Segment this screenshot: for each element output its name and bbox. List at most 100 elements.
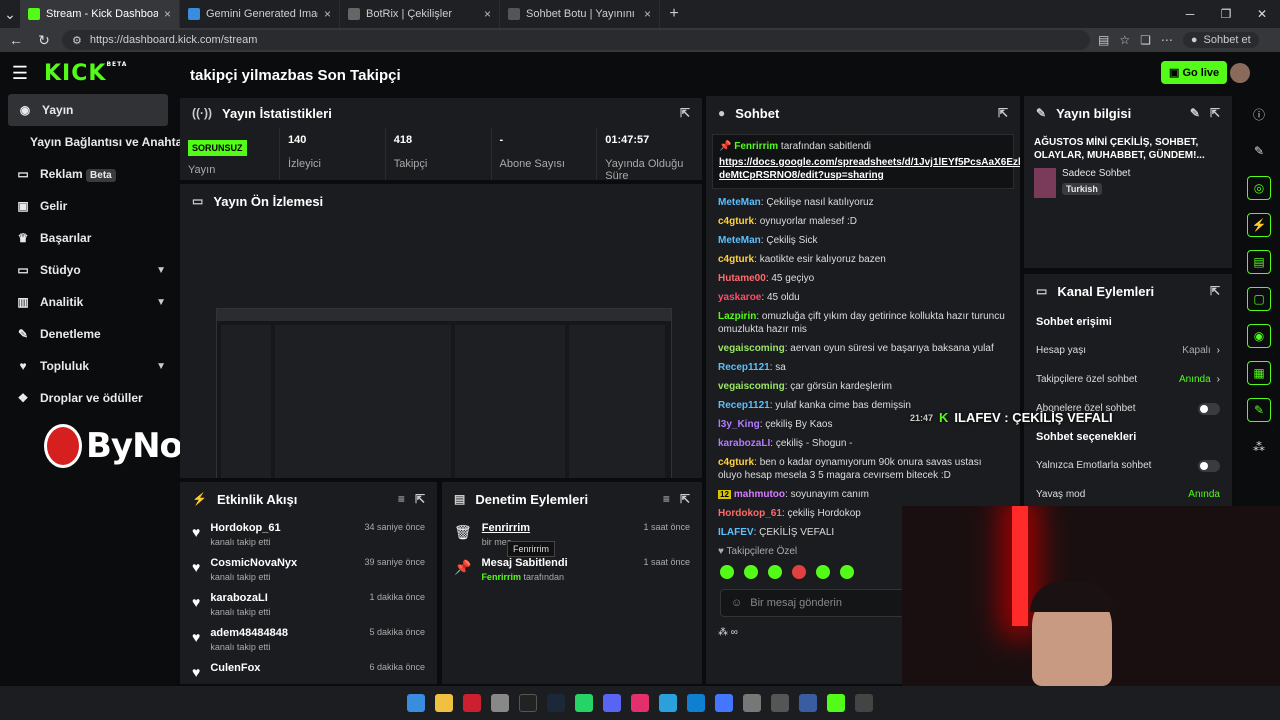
chat-username[interactable]: l3y_King (718, 419, 760, 430)
sidebar-item-studyo[interactable]: ▭ Stüdyo ▼ (0, 254, 176, 286)
activity-user[interactable]: karabozaLI (210, 592, 270, 604)
stream-preview-video[interactable] (216, 308, 672, 478)
pencil-icon[interactable]: ✎ (1247, 139, 1271, 163)
app-icon[interactable] (771, 694, 789, 712)
info-icon[interactable]: ⓘ (1247, 102, 1271, 126)
extensions-icon[interactable]: ⋯ (1161, 33, 1173, 47)
close-tab-icon[interactable]: × (484, 7, 491, 21)
url-field[interactable]: ⚙ https://dashboard.kick.com/stream (62, 30, 1090, 50)
chat-username[interactable]: Recep1121 (718, 362, 770, 373)
activity-user[interactable]: Hordokop_61 (210, 522, 280, 534)
chat-username[interactable]: karabozaLI (718, 438, 770, 449)
app-icon[interactable] (799, 694, 817, 712)
sidebar-item-topluluk[interactable]: ♥ Topluluk ▼ (0, 350, 176, 382)
opera-icon[interactable] (463, 694, 481, 712)
whatsapp-icon[interactable] (575, 694, 593, 712)
chat-username[interactable]: ILAFEV (718, 527, 754, 538)
setting-row[interactable]: Hesap yaşı Kapalı › (1024, 336, 1232, 365)
file-explorer-icon[interactable] (435, 694, 453, 712)
collections-icon[interactable]: ❏ (1140, 33, 1151, 47)
sidebar-item-reklam[interactable]: ▭ Reklam Beta (0, 158, 176, 190)
menu-icon[interactable]: ☰ (0, 63, 40, 84)
target-icon[interactable]: ◎ (1247, 176, 1271, 200)
chat-username[interactable]: vegaiscoming (718, 381, 785, 392)
sidebar-item-yayin[interactable]: ◉ Yayın (8, 94, 168, 126)
edit-icon[interactable]: ✎ (1190, 106, 1200, 120)
document-icon[interactable]: ▤ (1247, 250, 1271, 274)
reader-icon[interactable]: ▤ (1098, 33, 1109, 47)
popout-icon[interactable]: ⇱ (998, 106, 1008, 120)
browser-tab-gemini[interactable]: Gemini Generated Image 1foiz31f × (180, 0, 340, 28)
chat-username[interactable]: Hutame00 (718, 273, 766, 284)
new-tab-icon[interactable]: + (660, 5, 688, 23)
wrench-icon[interactable]: ✎ (1247, 398, 1271, 422)
activity-user[interactable]: adem48484848 (210, 627, 288, 639)
reload-icon[interactable]: ↻ (34, 32, 54, 49)
sidebar-item-analitik[interactable]: ▥ Analitik ▼ (0, 286, 176, 318)
close-window-icon[interactable]: ✕ (1244, 0, 1280, 28)
layout-icon[interactable]: ▦ (1247, 361, 1271, 385)
popout-icon[interactable]: ⇱ (1210, 106, 1220, 120)
photos-icon[interactable] (491, 694, 509, 712)
emote-icon[interactable] (792, 565, 806, 579)
windows-start-icon[interactable] (407, 694, 425, 712)
back-icon[interactable]: ← (6, 32, 26, 48)
tab-list-icon[interactable]: ⌄ (0, 6, 20, 23)
category-name[interactable]: Sadece Sohbet (1062, 168, 1130, 179)
chat-username[interactable]: c4gturk (718, 254, 754, 265)
chat-username[interactable]: c4gturk (718, 216, 754, 227)
mod-user-link[interactable]: Fenrirrim (482, 522, 530, 534)
activity-user[interactable]: CulenFox (210, 662, 260, 674)
emote-icon[interactable] (744, 565, 758, 579)
popout-icon[interactable]: ⇱ (680, 106, 690, 120)
activity-user[interactable]: CosmicNovaNyx (210, 557, 297, 569)
popout-icon[interactable]: ⇱ (415, 492, 425, 506)
app-icon[interactable] (855, 694, 873, 712)
sidebar-item-stream-key[interactable]: Yayın Bağlantısı ve Anahtarı (0, 126, 190, 158)
edge-icon[interactable] (687, 694, 705, 712)
close-tab-icon[interactable]: × (164, 7, 171, 21)
popout-icon[interactable]: ⇱ (1210, 284, 1220, 298)
steam-icon[interactable] (547, 694, 565, 712)
browser-tab-kick[interactable]: Stream - Kick Dashboard × (20, 0, 180, 28)
close-tab-icon[interactable]: × (644, 7, 651, 21)
chat-username[interactable]: MeteMan (718, 235, 761, 246)
chat-username[interactable]: mahmutoo (734, 489, 785, 500)
pinned-link[interactable]: https://docs.google.com/spreadsheets/d/1… (719, 156, 1020, 182)
discord-icon[interactable] (603, 694, 621, 712)
apps-icon[interactable]: ⁂ (1247, 435, 1271, 459)
toggle-switch[interactable] (1198, 402, 1220, 415)
emote-icon[interactable] (816, 565, 830, 579)
sidebar-item-basarilar[interactable]: ♛ Başarılar (0, 222, 176, 254)
lightning-icon[interactable]: ⚡ (1247, 213, 1271, 237)
mod-sub-user[interactable]: Fenrirrim (481, 572, 521, 582)
broadcast-icon[interactable]: ◉ (1247, 324, 1271, 348)
toggle-switch[interactable] (1198, 459, 1220, 472)
emote-icon[interactable] (840, 565, 854, 579)
site-info-icon[interactable]: ⚙ (72, 34, 82, 47)
close-tab-icon[interactable]: × (324, 7, 331, 21)
avatar[interactable] (1230, 63, 1250, 83)
chat-username[interactable]: vegaiscoming (718, 343, 785, 354)
filter-icon[interactable]: ≡ (663, 492, 670, 506)
chat-username[interactable]: Hordokop_61 (718, 508, 782, 519)
mail-icon[interactable] (715, 694, 733, 712)
emoji-icon[interactable]: ☺ (731, 597, 742, 609)
chat-username[interactable]: Recep1121 (718, 400, 770, 411)
emote-icon[interactable] (768, 565, 782, 579)
kick-logo[interactable]: KICKBETA (44, 61, 127, 86)
copilot-button[interactable]: ● Sohbet et (1182, 32, 1259, 48)
browser-tab-sohbet[interactable]: Sohbet Botu | Yayınını güçlendirme × (500, 0, 660, 28)
browser-tab-botrix[interactable]: BotRix | Çekilişler × (340, 0, 500, 28)
maximize-icon[interactable]: ❐ (1208, 0, 1244, 28)
chat-username[interactable]: yaskaroe (718, 292, 761, 303)
setting-row[interactable]: Takipçilere özel sohbet Anında › (1024, 365, 1232, 394)
minimize-icon[interactable]: ─ (1172, 0, 1208, 28)
sidebar-item-droplar[interactable]: ❖ Droplar ve ödüller (0, 382, 176, 414)
chat-username[interactable]: Lazpirin (718, 311, 756, 322)
popout-icon[interactable]: ⇱ (680, 492, 690, 506)
setting-row[interactable]: Yalnızca Emotlarla sohbet (1024, 451, 1232, 480)
chat-username[interactable]: c4gturk (718, 457, 754, 468)
go-live-button[interactable]: ▣ Go live (1161, 61, 1228, 84)
kick-app-icon[interactable] (827, 694, 845, 712)
